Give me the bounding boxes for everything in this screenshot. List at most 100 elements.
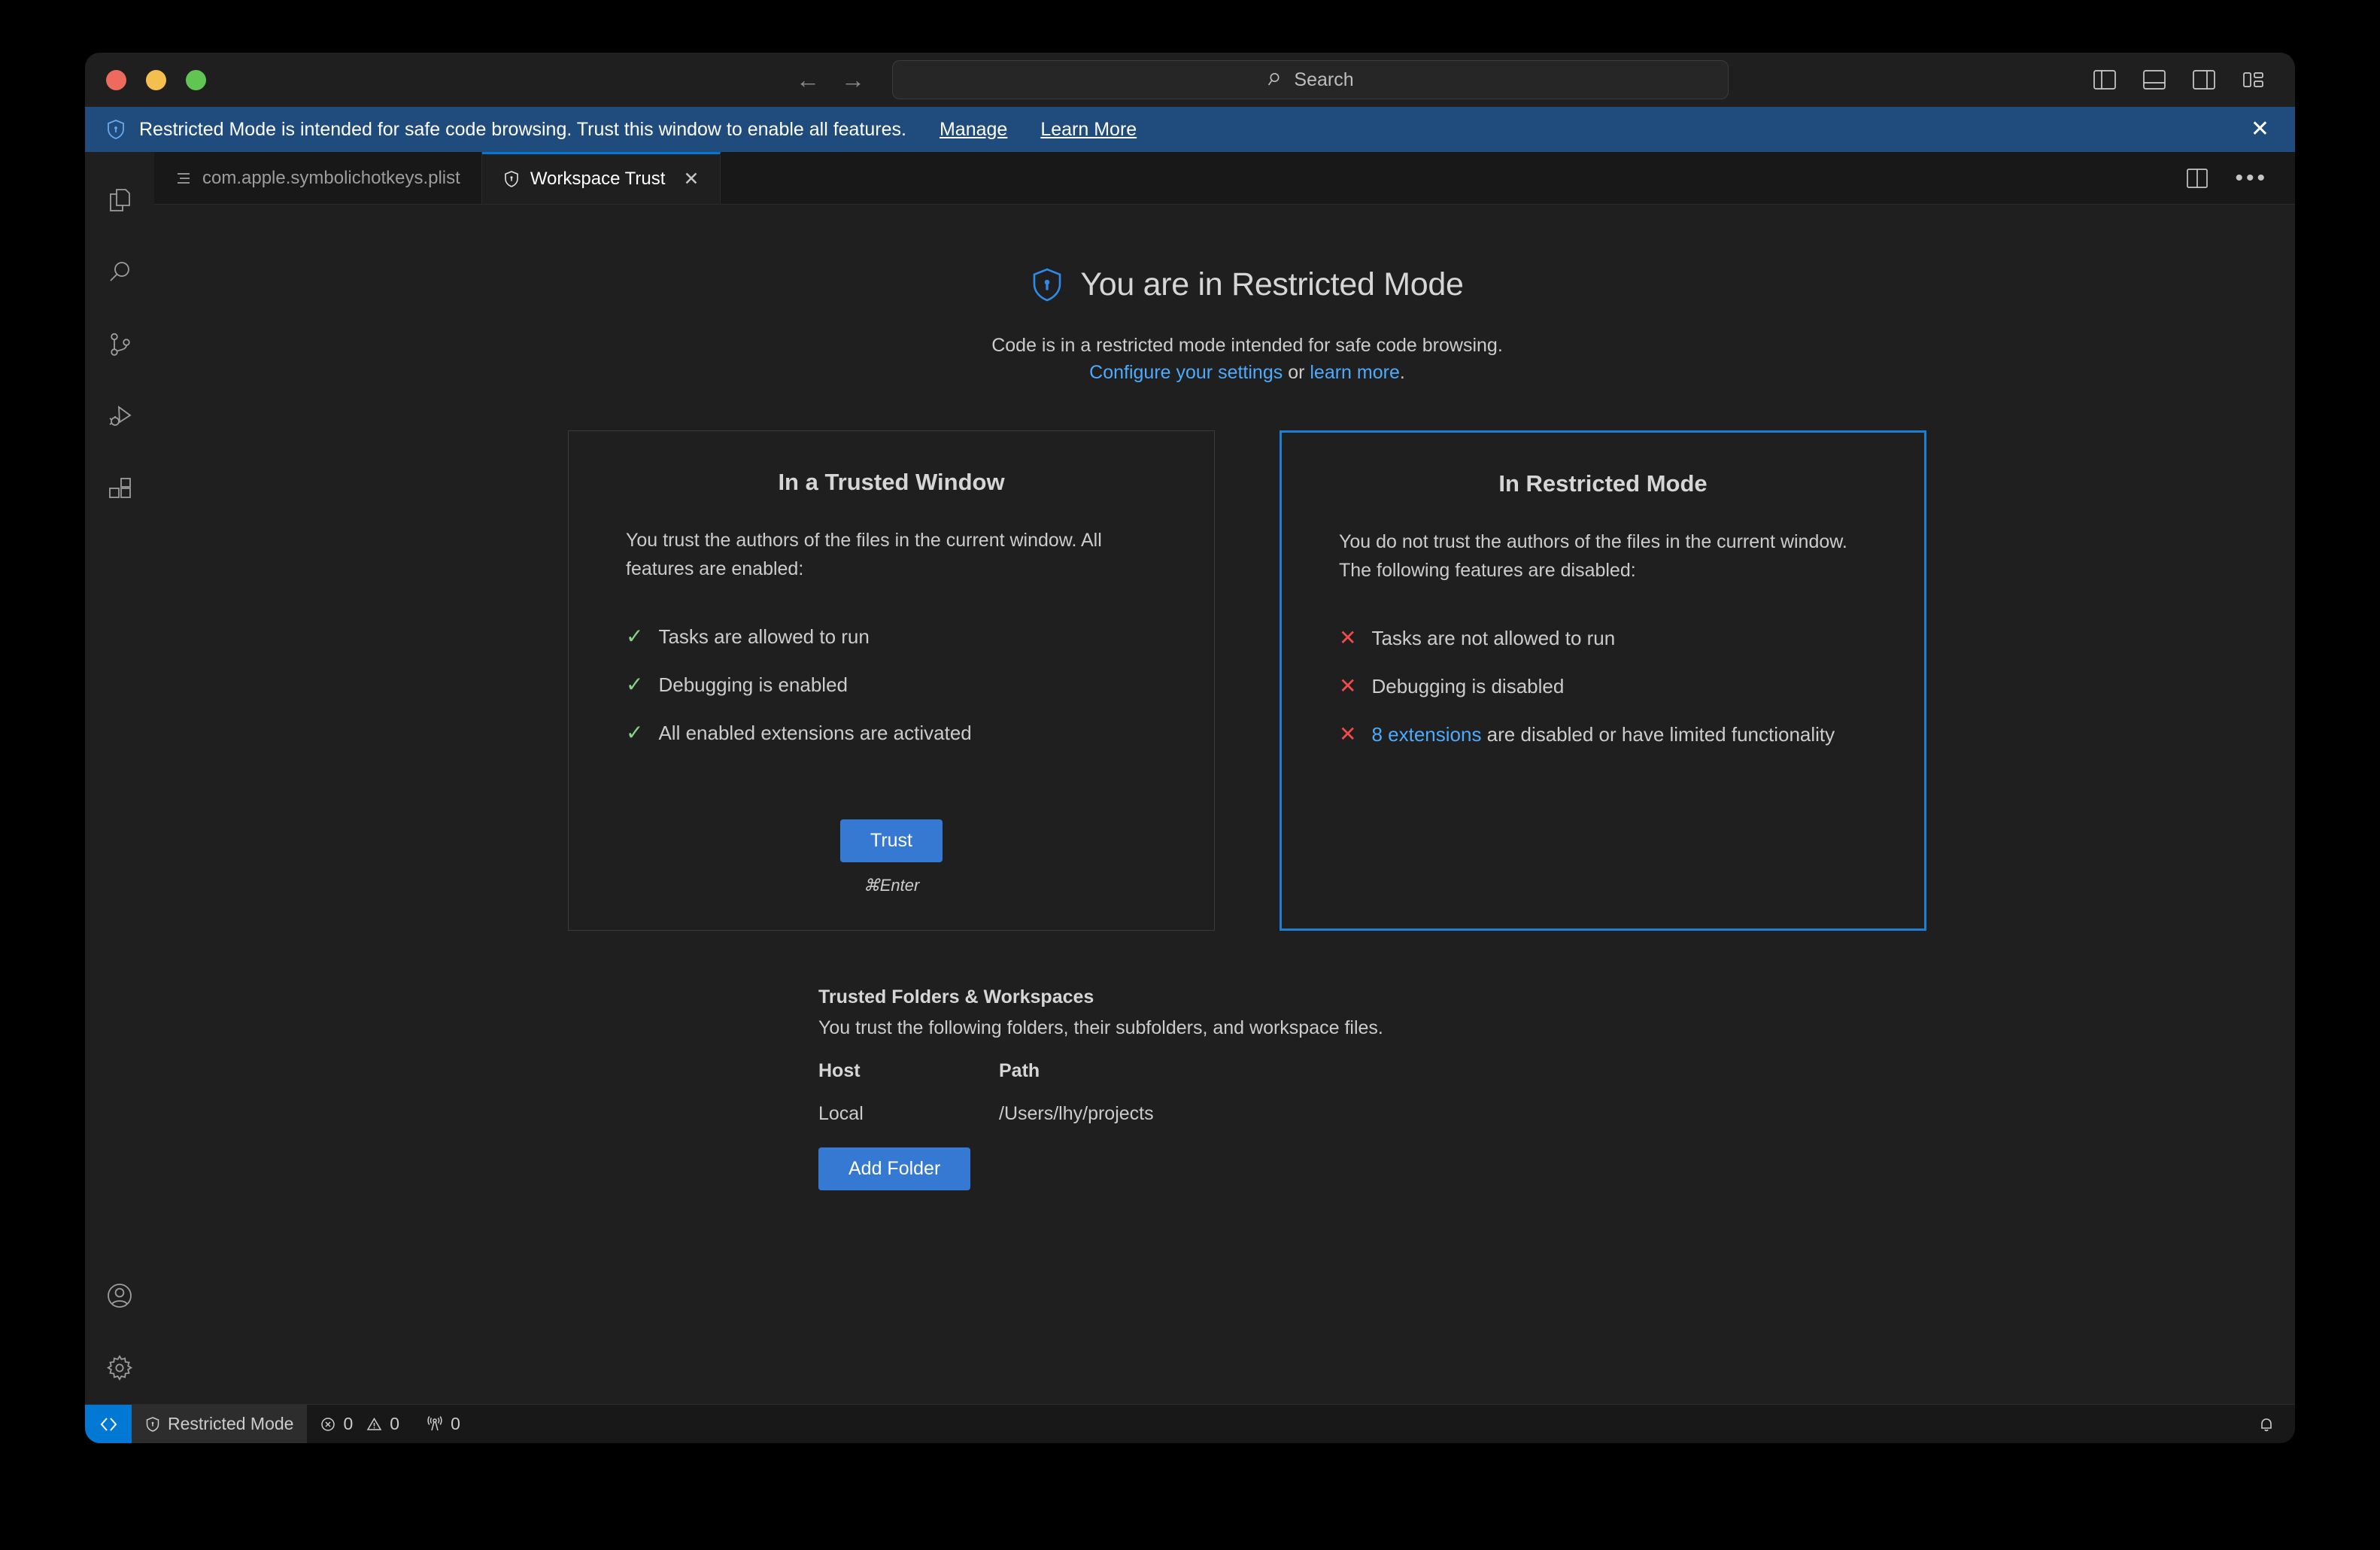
tab-bar: com.apple.symbolichotkeys.plist Workspac… [154, 152, 2295, 205]
subtitle-line-2: Configure your settings or learn more. [367, 359, 2127, 386]
restricted-mode-card[interactable]: In Restricted Mode You do not trust the … [1280, 430, 1926, 931]
feature-label: Debugging is enabled [658, 673, 848, 696]
title-bar: ← → Search [85, 53, 2295, 107]
card-description: You trust the authors of the files in th… [626, 529, 1102, 579]
feature-row: ✕ Debugging is disabled [1339, 672, 1867, 701]
customize-layout-icon[interactable] [2242, 70, 2265, 90]
trusted-folders-description: You trust the following folders, their s… [818, 1017, 1383, 1038]
sidebar-item-source-control[interactable] [85, 308, 154, 381]
subtitle-or: or [1283, 362, 1310, 384]
card-actions: Trust ⌘Enter [626, 819, 1157, 930]
banner-learn-more-link[interactable]: Learn More [1040, 119, 1137, 141]
banner-manage-link[interactable]: Manage [940, 119, 1007, 141]
more-actions-icon[interactable]: ••• [2235, 166, 2268, 190]
go-forward-icon[interactable]: → [841, 68, 865, 92]
editor-actions: ••• [2187, 166, 2268, 190]
toggle-secondary-sidebar-icon[interactable] [2193, 70, 2215, 90]
page-title: You are in Restricted Mode [367, 266, 2127, 303]
maximize-window-button[interactable] [186, 69, 206, 90]
check-icon: ✓ [626, 721, 644, 745]
remote-window-button[interactable] [85, 1405, 132, 1443]
minimize-window-button[interactable] [146, 69, 166, 90]
search-placeholder: Search [1294, 68, 1354, 90]
check-icon: ✓ [626, 624, 644, 648]
feature-row: ✓ All enabled extensions are activated [626, 719, 1157, 747]
status-problems[interactable]: 0 0 [307, 1405, 413, 1443]
feature-label: Tasks are not allowed to run [1371, 626, 1616, 649]
source-control-icon [107, 332, 132, 357]
editor-group: com.apple.symbolichotkeys.plist Workspac… [154, 152, 2295, 1404]
shield-icon [106, 119, 126, 140]
traffic-lights [85, 69, 206, 90]
trust-shortcut-label: ⌘Enter [863, 875, 920, 895]
feature-row: ✕ 8 extensions are disabled or have limi… [1339, 720, 1867, 749]
trust-choice-cards: In a Trusted Window You trust the author… [367, 430, 2127, 931]
column-header-path: Path [999, 1059, 1040, 1081]
warning-count: 0 [390, 1414, 400, 1433]
banner-close-icon[interactable]: ✕ [2251, 118, 2269, 141]
feature-label: 8 extensions are disabled or have limite… [1371, 720, 1835, 749]
feature-label: Tasks are allowed to run [658, 625, 870, 648]
workbench-body: com.apple.symbolichotkeys.plist Workspac… [85, 152, 2295, 1404]
split-editor-icon[interactable] [2187, 168, 2208, 188]
toggle-panel-icon[interactable] [2143, 70, 2166, 90]
sidebar-item-run-and-debug[interactable] [85, 381, 154, 453]
layout-controls [2093, 70, 2265, 90]
cross-icon: ✕ [1339, 722, 1357, 746]
error-icon [320, 1417, 335, 1432]
add-folder-container: Add Folder [818, 1147, 2127, 1190]
learn-more-link[interactable]: learn more [1310, 362, 1400, 383]
feature-row: ✓ Debugging is enabled [626, 670, 1157, 699]
close-tab-icon[interactable]: ✕ [683, 168, 699, 190]
configure-settings-link[interactable]: Configure your settings [1089, 362, 1283, 383]
sidebar-item-manage[interactable] [85, 1332, 154, 1404]
tab-plist[interactable]: com.apple.symbolichotkeys.plist [154, 152, 482, 204]
sidebar-item-extensions[interactable] [85, 453, 154, 525]
go-back-icon[interactable]: ← [796, 68, 820, 92]
command-center-search[interactable]: Search [892, 60, 1729, 99]
gear-icon [106, 1354, 133, 1381]
shield-lock-icon [1031, 267, 1064, 303]
files-icon [107, 187, 132, 213]
banner-message: Restricted Mode is intended for safe cod… [139, 118, 906, 140]
plist-icon [175, 170, 192, 187]
card-title: In Restricted Mode [1498, 470, 1708, 497]
trust-button[interactable]: Trust [839, 819, 943, 862]
account-icon [106, 1282, 133, 1309]
toggle-primary-sidebar-icon[interactable] [2093, 70, 2116, 90]
search-icon [1267, 71, 1285, 89]
add-folder-button[interactable]: Add Folder [818, 1147, 971, 1190]
cell-host: Local [818, 1102, 864, 1124]
extensions-icon [107, 476, 132, 502]
table-row[interactable]: Local /Users/lhy/projects [818, 1103, 2127, 1125]
status-bar: Restricted Mode 0 0 0 [85, 1404, 2295, 1443]
activity-bar [85, 152, 154, 1404]
status-ports[interactable]: 0 [413, 1405, 474, 1443]
workspace-trust-page: You are in Restricted Mode Code is in a … [154, 205, 2295, 1404]
extensions-count-link[interactable]: 8 extensions [1371, 723, 1481, 746]
tab-label: Workspace Trust [530, 169, 666, 189]
status-restricted-mode[interactable]: Restricted Mode [132, 1405, 308, 1443]
warning-icon [366, 1417, 382, 1432]
cross-icon: ✕ [1339, 673, 1357, 698]
remote-window-icon [99, 1416, 118, 1433]
feature-label: Debugging is disabled [1371, 674, 1565, 698]
status-notifications[interactable] [2257, 1415, 2275, 1433]
sidebar-item-explorer[interactable] [85, 164, 154, 236]
search-icon [107, 260, 132, 285]
page-subtitle: Code is in a restricted mode intended fo… [367, 332, 2127, 387]
shield-icon [503, 170, 520, 188]
sidebar-item-search[interactable] [85, 236, 154, 308]
cross-icon: ✕ [1339, 625, 1357, 649]
shield-icon [145, 1416, 160, 1433]
navigation-arrows: ← → [796, 68, 865, 92]
feature-row: ✓ Tasks are allowed to run [626, 622, 1157, 651]
trusted-folders-heading: Trusted Folders & Workspaces [818, 986, 1094, 1008]
close-window-button[interactable] [106, 69, 126, 90]
vscode-window: ← → Search Restricted Mode is intended f… [85, 53, 2295, 1443]
radio-tower-icon [427, 1416, 443, 1432]
column-header-host: Host [818, 1059, 861, 1081]
sidebar-item-accounts[interactable] [85, 1260, 154, 1332]
trusted-window-card[interactable]: In a Trusted Window You trust the author… [568, 430, 1215, 931]
tab-workspace-trust[interactable]: Workspace Trust ✕ [481, 152, 721, 204]
